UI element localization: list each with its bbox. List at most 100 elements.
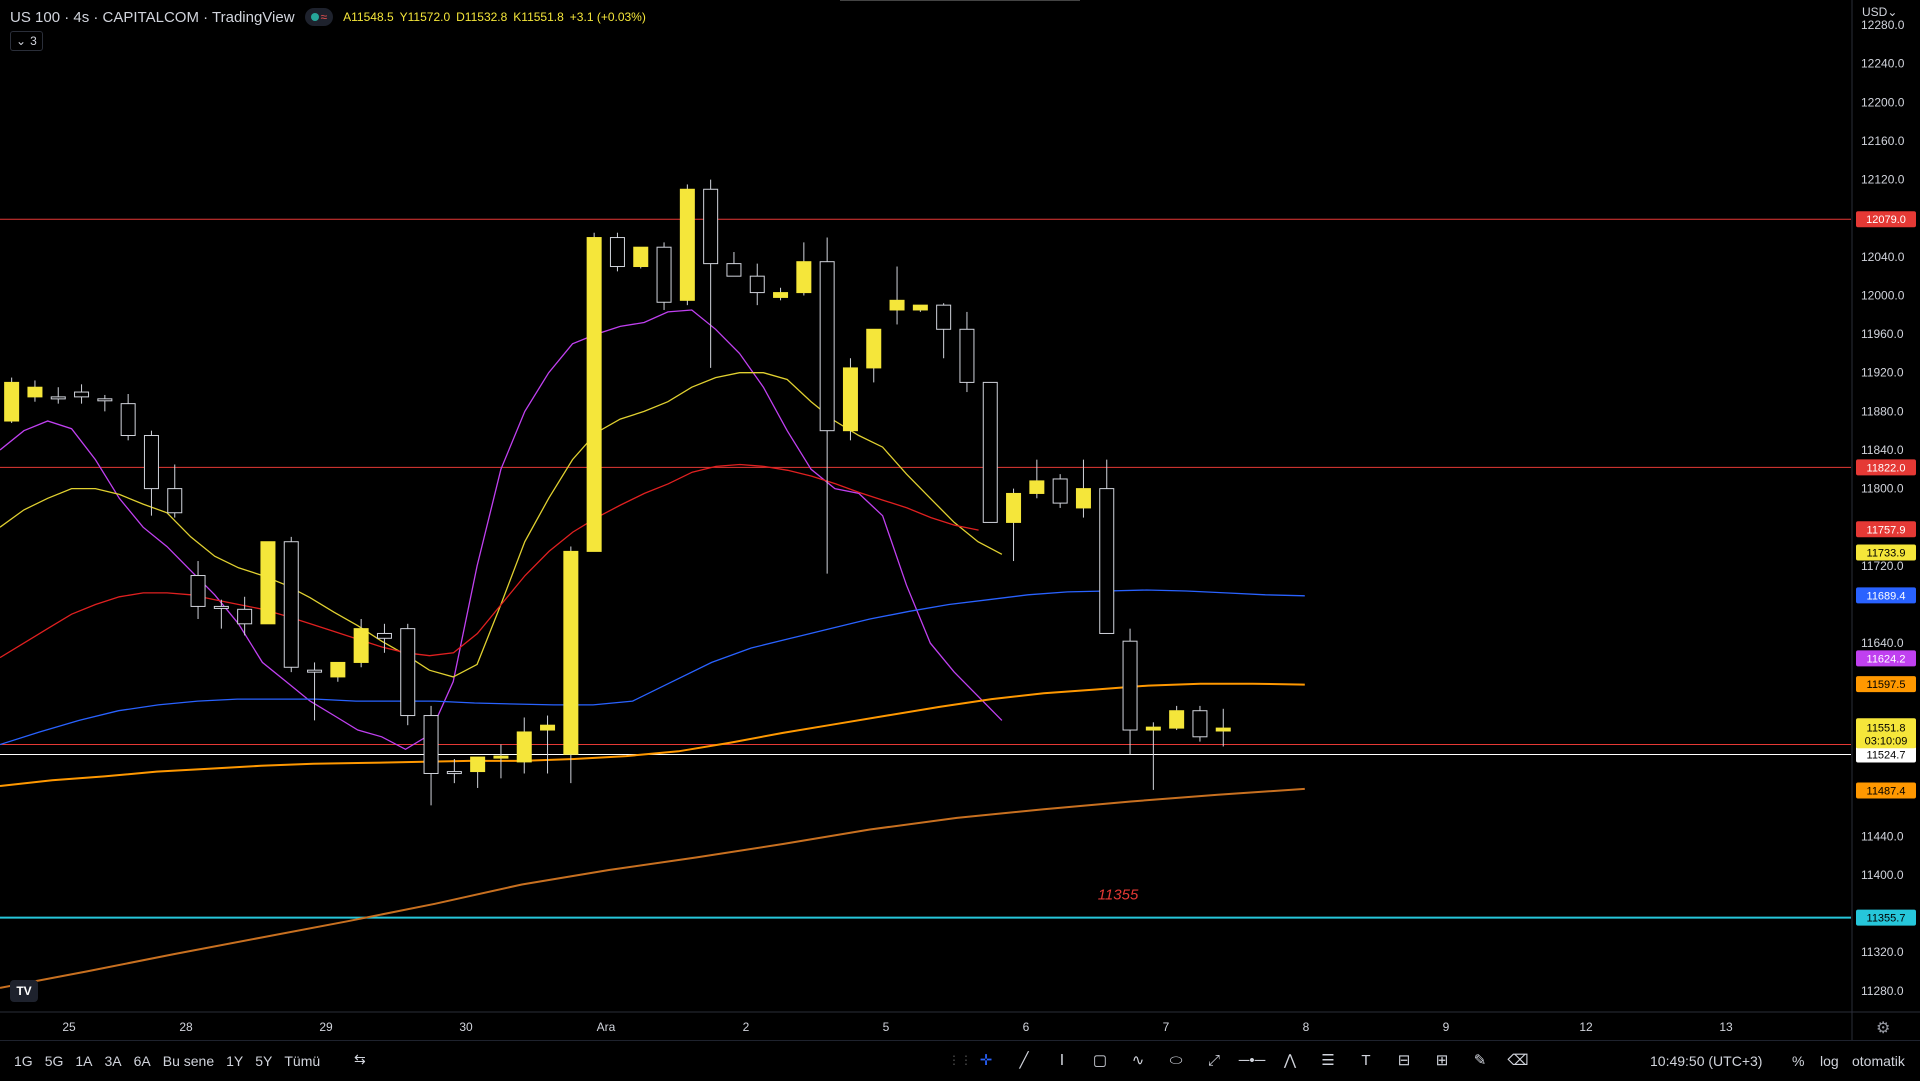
candle-body	[773, 292, 789, 298]
candle-body	[307, 669, 323, 673]
time-tick-label: 30	[459, 1020, 473, 1034]
candle-body	[423, 715, 439, 774]
brush-icon[interactable]: ∿	[1119, 1045, 1157, 1075]
price-tick-label: 12000.0	[1861, 288, 1905, 302]
price-tick-label: 12200.0	[1861, 95, 1905, 109]
currency-label: USD	[1862, 5, 1888, 19]
candle-body	[283, 541, 299, 668]
candle-body	[1169, 710, 1185, 729]
gann-icon[interactable]: ⊞	[1423, 1045, 1461, 1075]
candle-body	[470, 756, 486, 773]
fib-icon[interactable]: Ⅰ	[1043, 1045, 1081, 1075]
range-5g[interactable]: 5G	[45, 1053, 64, 1069]
pencil-icon[interactable]: ✎	[1461, 1045, 1499, 1075]
candle-body	[1145, 726, 1161, 731]
crosshair-icon[interactable]: ✛	[967, 1045, 1005, 1075]
clock-timezone[interactable]: 10:49:50 (UTC+3)	[1650, 1053, 1762, 1069]
candle-body	[97, 398, 113, 402]
candle-body	[260, 541, 276, 625]
range-ytd[interactable]: Bu sene	[163, 1053, 214, 1069]
measure-icon[interactable]: ⊟	[1385, 1045, 1423, 1075]
candle-body	[143, 435, 159, 490]
eraser-icon[interactable]: ⌫	[1499, 1045, 1537, 1075]
rectangle-icon[interactable]: ▢	[1081, 1045, 1119, 1075]
range-6a[interactable]: 6A	[134, 1053, 151, 1069]
grip-icon[interactable]: ⋮⋮	[948, 1045, 972, 1075]
tradingview-logo-icon[interactable]: TV	[10, 980, 38, 1002]
current-price-label: 11551.8	[1867, 722, 1906, 734]
candle-body	[656, 246, 672, 303]
currency-selector[interactable]: USD⌄	[1862, 5, 1897, 19]
candle-body	[1215, 727, 1231, 732]
polyline-icon[interactable]: ⋀	[1271, 1045, 1309, 1075]
candle-body	[1192, 710, 1208, 738]
candle-body	[866, 328, 882, 369]
high-value: Y11572.0	[399, 10, 451, 24]
path-icon[interactable]: ⤢	[1195, 1045, 1233, 1075]
data-wave-icon: ≈	[320, 10, 328, 24]
chart-header: US 100 · 4s · CAPITALCOM · TradingView ≈…	[10, 6, 646, 28]
log-toggle[interactable]: log	[1820, 1053, 1839, 1069]
open-value: A11548.5	[343, 10, 394, 24]
time-tick-label: 5	[883, 1020, 890, 1034]
time-tick-label: 8	[1303, 1020, 1310, 1034]
range-1g[interactable]: 1G	[14, 1053, 33, 1069]
bottom-toolbar: 1G 5G 1A 3A 6A Bu sene 1Y 5Y Tümü ⇆ ⋮⋮ ✛…	[0, 1040, 1920, 1081]
range-5y[interactable]: 5Y	[255, 1053, 272, 1069]
price-tick-label: 11960.0	[1861, 327, 1904, 341]
price-tick-label: 12240.0	[1861, 57, 1905, 71]
trend-line-icon[interactable]: ╱	[1005, 1045, 1043, 1075]
time-tick-label: 29	[319, 1020, 333, 1034]
low-value: D11532.8	[456, 10, 508, 24]
candle-body	[609, 237, 625, 268]
settings-gear-icon[interactable]: ⚙	[1876, 1018, 1890, 1038]
candle-body	[842, 367, 858, 432]
percent-toggle[interactable]: %	[1792, 1053, 1804, 1069]
candle-body	[889, 299, 905, 311]
candle-body	[353, 628, 369, 663]
candle-body	[586, 237, 602, 552]
close-value: K11551.8	[513, 10, 564, 24]
price-label: 12079.0	[1866, 214, 1906, 226]
range-1a[interactable]: 1A	[75, 1053, 92, 1069]
candle-body	[213, 605, 229, 609]
price-label: 11487.4	[1867, 785, 1906, 797]
price-chart[interactable]: 12280.0 12240.0 12200.0 12160.0 12120.0 12040…	[0, 0, 1920, 1080]
range-3a[interactable]: 3A	[105, 1053, 122, 1069]
price-tick-label: 11920.0	[1861, 366, 1904, 380]
candle-body	[74, 391, 90, 398]
candle-body	[330, 661, 346, 678]
candle-body	[190, 575, 206, 607]
horizontal-ray-icon[interactable]: ─•─	[1233, 1045, 1271, 1075]
go-to-date-icon[interactable]: ⇆	[354, 1051, 372, 1069]
candle-body	[120, 403, 136, 437]
text-icon[interactable]: T	[1347, 1045, 1385, 1075]
time-tick-label: 13	[1719, 1020, 1733, 1034]
range-1y[interactable]: 1Y	[226, 1053, 243, 1069]
candle-body	[446, 771, 462, 775]
countdown-label: 03:10:09	[1865, 735, 1908, 747]
parallel-channel-icon[interactable]: ☰	[1309, 1045, 1347, 1075]
candle-body	[4, 381, 20, 422]
status-indicators[interactable]: ≈	[304, 8, 334, 26]
candle-body	[959, 328, 975, 383]
candle-body	[376, 632, 392, 639]
symbol-title[interactable]: US 100 · 4s · CAPITALCOM · TradingView	[10, 9, 295, 26]
candle-body	[1075, 488, 1091, 509]
time-tick-label: 28	[179, 1020, 193, 1034]
auto-scale-toggle[interactable]: otomatik	[1852, 1053, 1905, 1069]
range-all[interactable]: Tümü	[284, 1053, 320, 1069]
indicators-toggle[interactable]: ⌄ 3	[10, 31, 43, 51]
time-tick-label: 12	[1579, 1020, 1593, 1034]
ohlc-values: A11548.5 Y11572.0 D11532.8 K11551.8 +3.1…	[343, 10, 646, 24]
ellipse-icon[interactable]: ⬭	[1157, 1045, 1195, 1075]
date-ranges: 1G 5G 1A 3A 6A Bu sene 1Y 5Y Tümü	[14, 1053, 320, 1069]
market-open-icon	[310, 13, 319, 21]
candle-body	[563, 550, 579, 755]
price-label: 11524.7	[1867, 749, 1906, 761]
price-tick-label: 11280.0	[1861, 984, 1904, 998]
candle-body	[1006, 492, 1022, 523]
price-label: 11355.7	[1867, 913, 1906, 925]
price-tick-label: 12120.0	[1861, 173, 1905, 187]
price-tick-label: 12040.0	[1861, 250, 1905, 264]
